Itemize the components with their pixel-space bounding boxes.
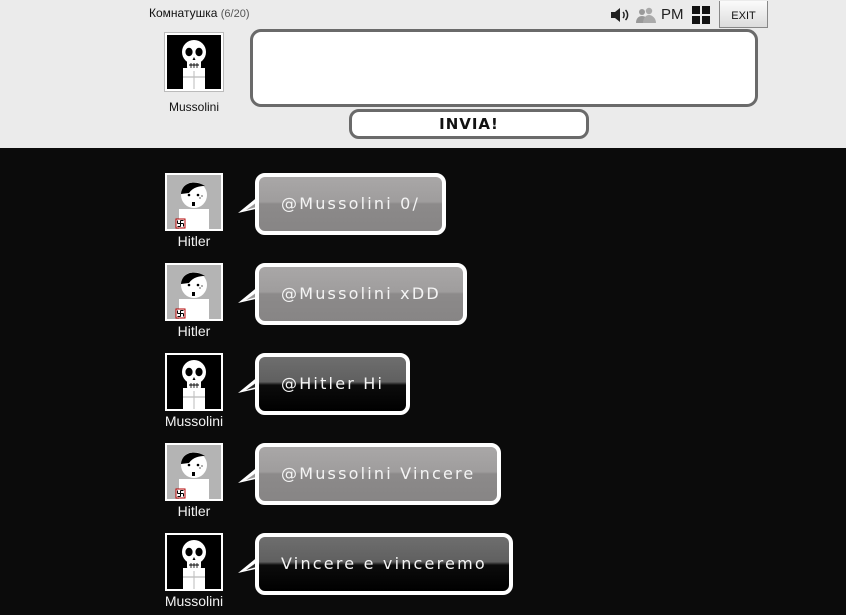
message-username: Hitler [177, 503, 211, 519]
user-avatar[interactable] [165, 173, 223, 231]
top-panel: Комнатушка (6/20) PM EXIT Mussolini INVI… [0, 0, 846, 148]
message-bubble: @Mussolini Vincere [255, 443, 502, 505]
my-avatar [164, 32, 224, 92]
message-bubble: @Hitler Hi [255, 353, 411, 415]
user-avatar[interactable] [165, 443, 223, 501]
my-username: Mussolini [168, 100, 219, 114]
chat-message: Mussolini Vincere e vinceremo [0, 533, 846, 615]
grid-icon[interactable] [692, 6, 710, 24]
user-avatar[interactable] [165, 533, 223, 591]
message-bubble: Vincere e vinceremo [255, 533, 513, 595]
hitler-avatar-icon [175, 182, 209, 229]
chat-message: Hitler @Mussolini 0/ [0, 173, 846, 263]
message-username: Mussolini [164, 413, 224, 429]
user-avatar[interactable] [165, 263, 223, 321]
exit-button[interactable]: EXIT [719, 1, 768, 28]
message-username: Hitler [177, 233, 211, 249]
message-bubble: @Mussolini xDD [255, 263, 467, 325]
pm-button[interactable]: PM [661, 6, 684, 23]
room-user-count: (6/20) [220, 8, 250, 20]
message-input[interactable] [250, 29, 758, 107]
user-avatar[interactable] [165, 353, 223, 411]
users-icon[interactable] [636, 6, 656, 24]
chat-message: Mussolini @Hitler Hi [0, 353, 846, 443]
chat-message: Hitler @Mussolini Vincere [0, 443, 846, 533]
room-name: Комнатушка [149, 6, 218, 20]
message-bubble: @Mussolini 0/ [255, 173, 447, 235]
speaker-icon[interactable] [610, 7, 630, 23]
chat-message: Hitler @Mussolini xDD [0, 263, 846, 353]
hitler-avatar-icon [175, 452, 209, 499]
skull-icon [182, 40, 206, 89]
message-username: Hitler [177, 323, 211, 339]
skull-icon [182, 540, 206, 589]
hitler-avatar-icon [175, 272, 209, 319]
skull-icon [182, 360, 206, 409]
message-username: Mussolini [164, 593, 224, 609]
room-title: Комнатушка (6/20) [149, 6, 250, 20]
send-button[interactable]: INVIA! [349, 109, 589, 139]
